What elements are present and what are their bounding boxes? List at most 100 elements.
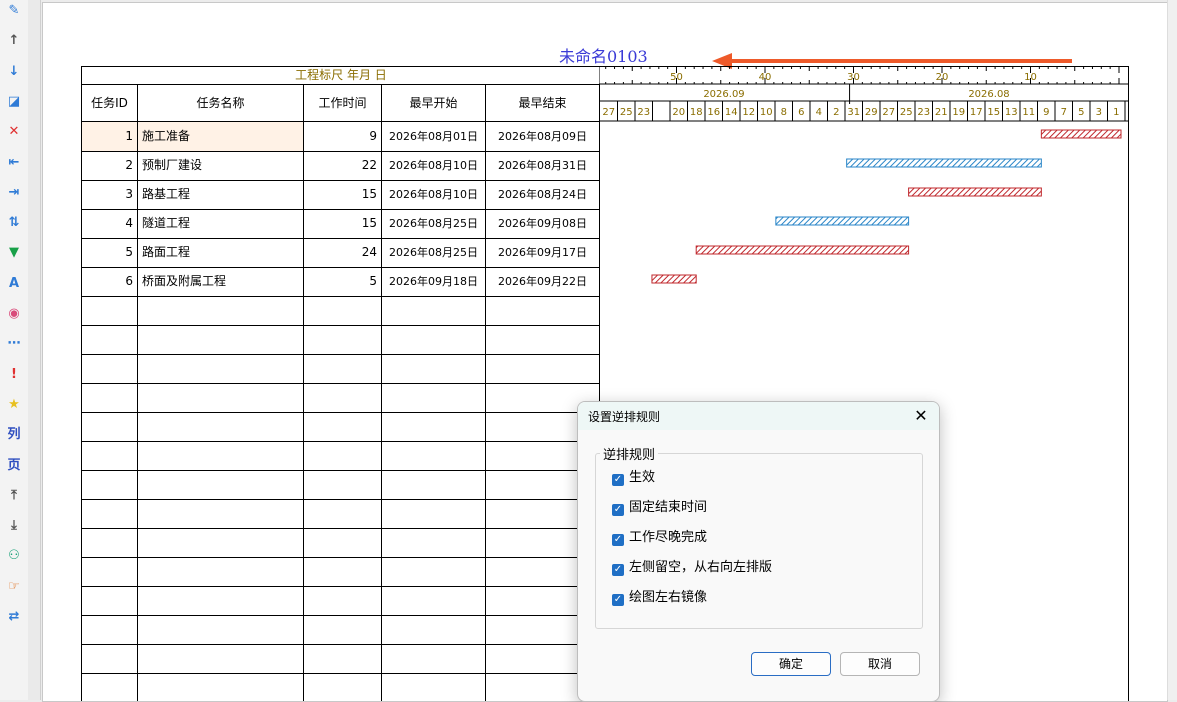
table-row[interactable] (82, 644, 600, 674)
table-row[interactable] (82, 412, 600, 442)
hand-point-icon[interactable]: ☞ (4, 577, 24, 597)
checkbox[interactable]: ✓ (612, 564, 624, 576)
header-duration[interactable]: 工作时间 (304, 85, 382, 122)
task-name-cell[interactable]: 施工准备 (138, 122, 304, 151)
start-date-cell[interactable]: 2026年08月10日 (382, 180, 486, 209)
table-row[interactable] (82, 586, 600, 616)
task-id-cell[interactable] (82, 354, 138, 383)
start-date-cell[interactable] (382, 673, 486, 701)
palette-icon[interactable]: ◉ (4, 304, 24, 324)
table-row[interactable] (82, 383, 600, 413)
end-date-cell[interactable]: 2026年09月17日 (486, 238, 600, 267)
start-date-cell[interactable]: 2026年08月25日 (382, 209, 486, 238)
start-date-cell[interactable] (382, 586, 486, 615)
table-row[interactable] (82, 325, 600, 355)
edit-icon[interactable]: ◪ (4, 92, 24, 112)
page-icon[interactable]: 页 (4, 456, 24, 476)
start-date-cell[interactable] (382, 644, 486, 673)
arrow-up-icon[interactable]: ↑ (4, 31, 24, 51)
rule-option[interactable]: ✓ 工作尽晚完成 (612, 528, 707, 548)
task-id-cell[interactable] (82, 586, 138, 615)
duration-cell[interactable] (304, 499, 382, 528)
duration-cell[interactable] (304, 412, 382, 441)
duration-cell[interactable]: 15 (304, 180, 382, 209)
checkbox[interactable]: ✓ (612, 534, 624, 546)
star-icon[interactable]: ★ (4, 395, 24, 415)
table-row[interactable]: 4 隧道工程 15 2026年08月25日 2026年09月08日 (82, 209, 600, 239)
task-id-cell[interactable] (82, 412, 138, 441)
task-name-cell[interactable] (138, 441, 304, 470)
task-id-cell[interactable] (82, 296, 138, 325)
duration-cell[interactable]: 15 (304, 209, 382, 238)
table-row[interactable] (82, 499, 600, 529)
start-date-cell[interactable] (382, 499, 486, 528)
task-id-cell[interactable] (82, 528, 138, 557)
duration-cell[interactable] (304, 644, 382, 673)
end-date-cell[interactable]: 2026年08月24日 (486, 180, 600, 209)
start-date-cell[interactable] (382, 441, 486, 470)
table-row[interactable] (82, 557, 600, 587)
duration-cell[interactable]: 9 (304, 122, 382, 151)
duration-cell[interactable] (304, 325, 382, 354)
task-name-cell[interactable] (138, 673, 304, 701)
move-bottom-icon[interactable]: ⤓ (4, 516, 24, 536)
rule-option[interactable]: ✓ 左侧留空，从右向左排版 (612, 558, 772, 578)
duration-cell[interactable] (304, 557, 382, 586)
duration-cell[interactable] (304, 673, 382, 701)
start-date-cell[interactable] (382, 354, 486, 383)
start-date-cell[interactable] (382, 528, 486, 557)
start-date-cell[interactable] (382, 470, 486, 499)
duration-cell[interactable]: 22 (304, 151, 382, 180)
end-date-cell[interactable]: 2026年08月09日 (486, 122, 600, 151)
task-name-cell[interactable] (138, 615, 304, 644)
task-id-cell[interactable] (82, 441, 138, 470)
header-earliest-finish[interactable]: 最早结束 (486, 85, 600, 122)
task-name-cell[interactable] (138, 644, 304, 673)
rule-option[interactable]: ✓ 生效 (612, 468, 655, 488)
task-id-cell[interactable] (82, 499, 138, 528)
swap-icon[interactable]: ⇄ (4, 607, 24, 627)
duration-cell[interactable] (304, 296, 382, 325)
pen-icon[interactable]: ✎ (4, 1, 24, 21)
task-name-cell[interactable] (138, 557, 304, 586)
end-date-cell[interactable] (486, 354, 600, 383)
task-name-cell[interactable] (138, 354, 304, 383)
duration-cell[interactable] (304, 586, 382, 615)
right-scroll-edge[interactable] (1167, 0, 1177, 700)
duration-cell[interactable] (304, 383, 382, 412)
header-earliest-start[interactable]: 最早开始 (382, 85, 486, 122)
checkbox[interactable]: ✓ (612, 594, 624, 606)
table-row[interactable]: 6 桥面及附属工程 5 2026年09月18日 2026年09月22日 (82, 267, 600, 297)
task-name-cell[interactable]: 桥面及附属工程 (138, 267, 304, 296)
task-id-cell[interactable] (82, 383, 138, 412)
start-date-cell[interactable] (382, 557, 486, 586)
task-id-cell[interactable]: 3 (82, 180, 138, 209)
task-id-cell[interactable] (82, 470, 138, 499)
alert-icon[interactable]: ! (4, 365, 24, 385)
header-task-id[interactable]: 任务ID (82, 85, 138, 122)
table-row[interactable] (82, 673, 600, 701)
table-row[interactable]: 2 预制厂建设 22 2026年08月10日 2026年08月31日 (82, 151, 600, 181)
column-icon[interactable]: 列 (4, 425, 24, 445)
duration-cell[interactable] (304, 615, 382, 644)
table-row[interactable] (82, 354, 600, 384)
font-icon[interactable]: A (4, 274, 24, 294)
task-name-cell[interactable]: 路基工程 (138, 180, 304, 209)
end-date-cell[interactable]: 2026年08月31日 (486, 151, 600, 180)
task-id-cell[interactable]: 1 (82, 122, 138, 151)
start-date-cell[interactable] (382, 412, 486, 441)
start-date-cell[interactable]: 2026年08月01日 (382, 122, 486, 151)
duration-cell[interactable]: 5 (304, 267, 382, 296)
rule-option[interactable]: ✓ 固定结束时间 (612, 498, 707, 518)
task-id-cell[interactable]: 6 (82, 267, 138, 296)
start-date-cell[interactable] (382, 325, 486, 354)
start-date-cell[interactable]: 2026年08月10日 (382, 151, 486, 180)
task-id-cell[interactable] (82, 615, 138, 644)
end-date-cell[interactable]: 2026年09月08日 (486, 209, 600, 238)
end-date-cell[interactable] (486, 325, 600, 354)
duration-cell[interactable] (304, 354, 382, 383)
task-name-cell[interactable] (138, 325, 304, 354)
task-id-cell[interactable]: 4 (82, 209, 138, 238)
checkbox[interactable]: ✓ (612, 474, 624, 486)
header-task-name[interactable]: 任务名称 (138, 85, 304, 122)
